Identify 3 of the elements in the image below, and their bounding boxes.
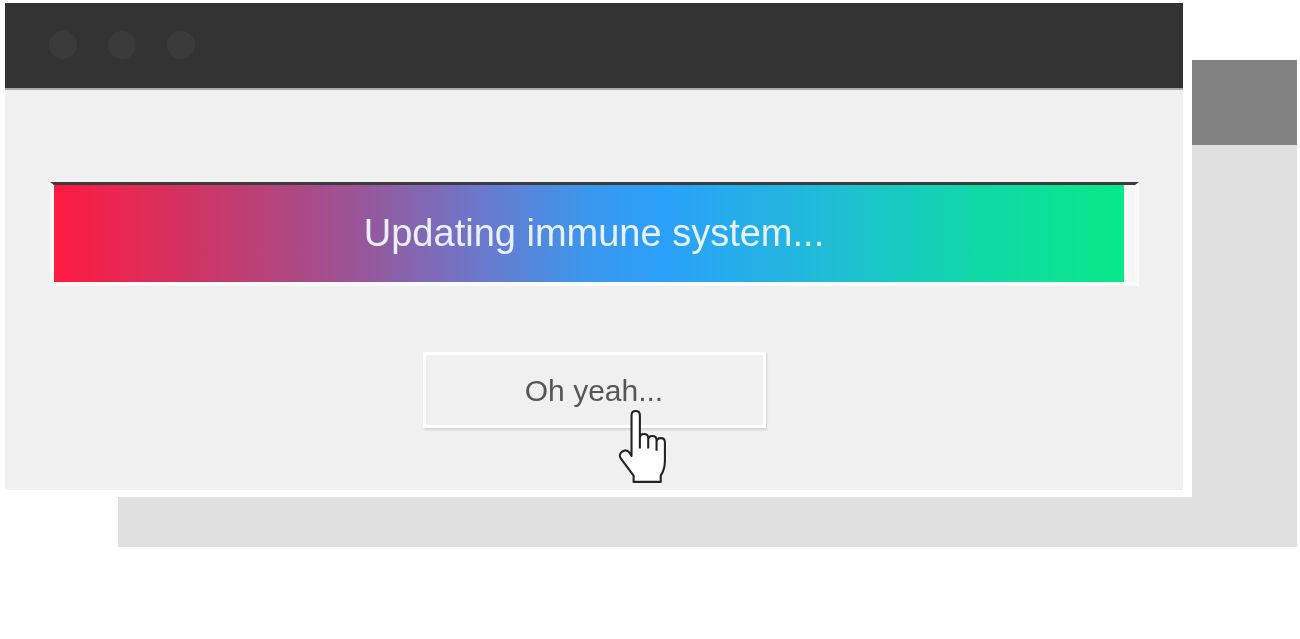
hand-cursor-icon (618, 410, 668, 484)
progress-label: Updating immune system... (363, 210, 825, 256)
confirm-button[interactable]: Oh yeah... (422, 352, 766, 428)
